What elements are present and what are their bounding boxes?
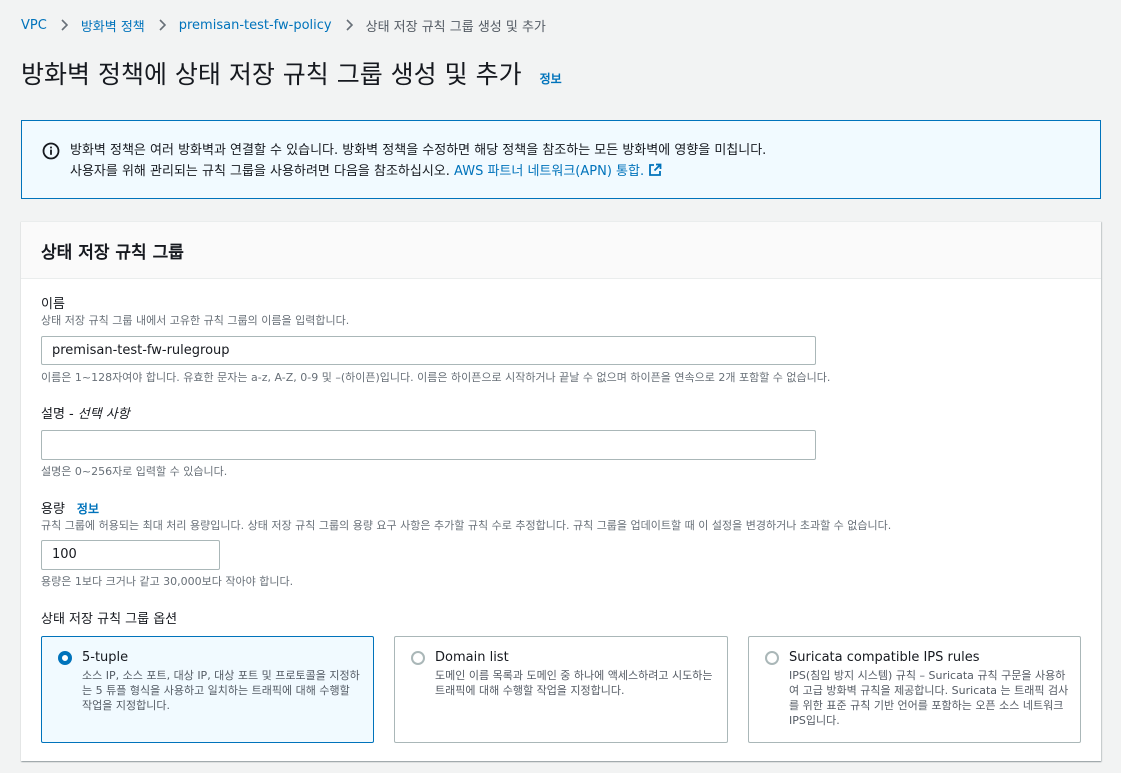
description-label-text: 설명 - [41,407,74,422]
capacity-label-text: 용량 [41,502,65,517]
description-field: 설명 - 선택 사항 [41,406,130,423]
stateful-rule-group-panel: 상태 저장 규칙 그룹 이름 상태 저장 규칙 그룹 내에서 고유한 규칙 그룹… [21,221,1101,761]
panel-title: 상태 저장 규칙 그룹 [41,242,184,263]
chevron-right-icon [158,19,166,31]
name-label-text: 이름 [41,297,65,312]
capacity-field: 용량 정보 규칙 그룹에 허용되는 최대 처리 용량입니다. 상태 저장 규칙 그… [41,501,891,534]
description-input[interactable] [41,430,816,460]
page-title: 방화벽 정책에 상태 저장 규칙 그룹 생성 및 추가 정보 [21,55,562,91]
info-icon [42,142,60,160]
option-description: 소스 IP, 소스 포트, 대상 IP, 대상 포트 및 프로토콜을 지정하는 … [82,669,360,712]
option-suricata[interactable]: Suricata compatible IPS rules IPS(침입 방지 … [748,636,1081,743]
external-link-icon[interactable] [648,163,662,184]
alert-text: 방화벽 정책은 여러 방화벽과 연결할 수 있습니다. 방화벽 정책을 수정하면… [70,140,766,198]
option-description: 도메인 이름 목록과 도메인 중 하나에 액세스하려고 시도하는 트래픽에 대해… [435,669,713,697]
name-field: 이름 상태 저장 규칙 그룹 내에서 고유한 규칙 그룹의 이름을 입력합니다. [41,296,349,329]
name-input[interactable]: premisan-test-fw-rulegroup [41,336,816,365]
alert-line-2-text: 사용자를 위해 관리되는 규칙 그룹을 사용하려면 다음을 참조하십시오. [70,164,455,179]
capacity-info-link[interactable]: 정보 [77,501,99,518]
name-hint: 이름은 1~128자여야 합니다. 유효한 문자는 a-z, A-Z, 0-9 … [41,371,831,384]
chevron-right-icon [60,19,68,31]
option-5-tuple[interactable]: 5-tuple 소스 IP, 소스 포트, 대상 IP, 대상 포트 및 프로토… [41,636,374,743]
option-description: IPS(침입 방지 시스템) 규칙 – Suricata 규칙 구문을 사용하여… [789,669,1069,727]
name-description: 상태 저장 규칙 그룹 내에서 고유한 규칙 그룹의 이름을 입력합니다. [41,314,350,327]
page-info-link[interactable]: 정보 [540,70,562,87]
description-hint: 설명은 0~256자로 입력할 수 있습니다. [41,465,228,478]
info-alert: 방화벽 정책은 여러 방화벽과 연결할 수 있습니다. 방화벽 정책을 수정하면… [21,120,1101,199]
chevron-right-icon [345,19,353,31]
alert-line-1: 방화벽 정책은 여러 방화벽과 연결할 수 있습니다. 방화벽 정책을 수정하면… [70,143,767,158]
radio-suricata[interactable] [765,651,779,665]
panel-header: 상태 저장 규칙 그룹 [21,222,1101,279]
capacity-label: 용량 정보 [41,501,891,518]
breadcrumb-current: 상태 저장 규칙 그룹 생성 및 추가 [365,19,546,35]
radio-domain-list[interactable] [411,651,425,665]
capacity-description: 규칙 그룹에 허용되는 최대 처리 용량입니다. 상태 저장 규칙 그룹의 용량… [41,519,892,532]
option-title: Suricata compatible IPS rules [789,650,980,665]
options-label: 상태 저장 규칙 그룹 옵션 [41,611,177,628]
radio-5-tuple[interactable] [58,651,72,665]
apn-integration-link[interactable]: AWS 파트너 네트워크(APN) 통합. [454,164,644,179]
alert-line-2: 사용자를 위해 관리되는 규칙 그룹을 사용하려면 다음을 참조하십시오. AW… [70,161,766,184]
optional-label: 선택 사항 [77,407,130,422]
option-domain-list[interactable]: Domain list 도메인 이름 목록과 도메인 중 하나에 액세스하려고 … [394,636,728,743]
breadcrumb-firewall-policy[interactable]: 방화벽 정책 [81,16,145,35]
option-title: 5-tuple [82,650,129,665]
breadcrumb-vpc[interactable]: VPC [21,18,47,33]
capacity-input[interactable]: 100 [41,540,220,570]
page-title-text: 방화벽 정책에 상태 저장 규칙 그룹 생성 및 추가 [21,60,522,89]
breadcrumb: VPC 방화벽 정책 premisan-test-fw-policy 상태 저장… [21,15,546,35]
capacity-hint: 용량은 1보다 크거나 같고 30,000보다 작아야 합니다. [41,575,294,588]
option-title: Domain list [435,650,509,665]
breadcrumb-policy-name[interactable]: premisan-test-fw-policy [179,18,332,33]
name-label: 이름 [41,296,349,313]
options-label-text: 상태 저장 규칙 그룹 옵션 [41,612,178,627]
description-label: 설명 - 선택 사항 [41,406,130,423]
